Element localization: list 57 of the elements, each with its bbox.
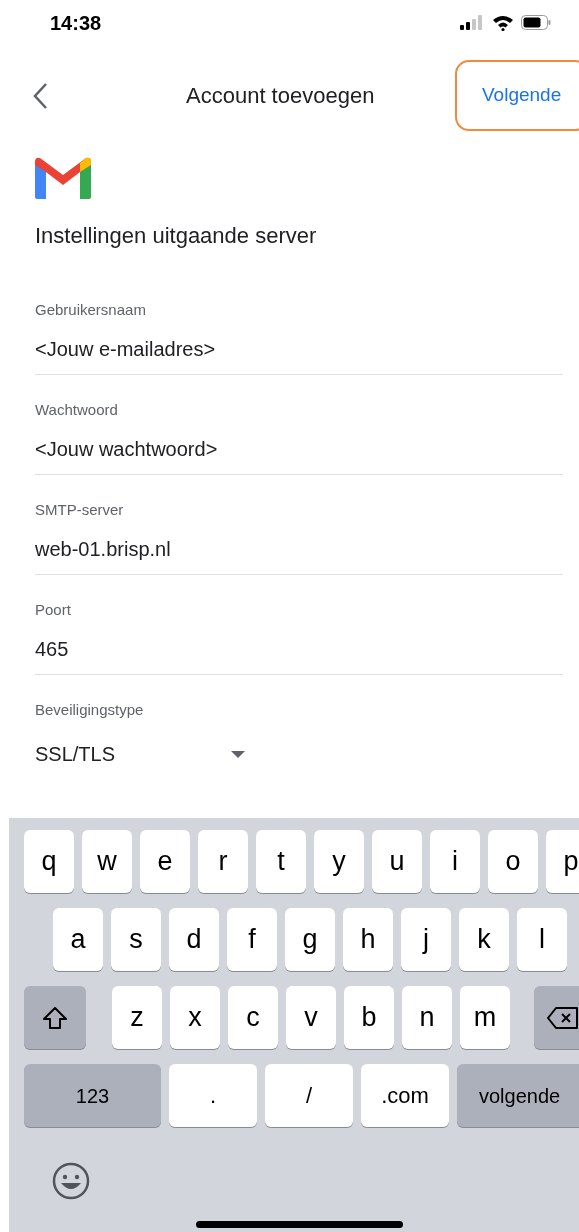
emoji-icon xyxy=(52,1162,90,1200)
delete-key[interactable] xyxy=(534,986,579,1049)
status-time: 14:38 xyxy=(50,10,102,36)
keyboard-key[interactable]: .com xyxy=(361,1064,449,1127)
keyboard-key[interactable]: v xyxy=(286,986,336,1049)
field-label: SMTP-server xyxy=(35,501,125,519)
keyboard-key[interactable]: f xyxy=(227,908,277,971)
field-label: Wachtwoord xyxy=(35,401,119,419)
return-key[interactable]: volgende xyxy=(457,1064,579,1127)
keyboard-key[interactable]: r xyxy=(198,830,248,893)
keyboard-key[interactable]: x xyxy=(170,986,220,1049)
dropdown-caret-icon xyxy=(231,750,245,758)
keyboard-key[interactable]: 123 xyxy=(24,1064,161,1127)
keyboard-key[interactable]: k xyxy=(459,908,509,971)
signal-icon xyxy=(460,15,485,30)
keyboard-key[interactable]: t xyxy=(256,830,306,893)
keyboard-key[interactable]: j xyxy=(401,908,451,971)
keyboard-key[interactable]: . xyxy=(169,1064,257,1127)
keyboard-key[interactable]: c xyxy=(228,986,278,1049)
next-button[interactable]: Volgende xyxy=(455,60,579,131)
keyboard-key[interactable]: q xyxy=(24,830,74,893)
keyboard-key[interactable]: h xyxy=(343,908,393,971)
battery-icon xyxy=(521,15,551,30)
shift-key[interactable] xyxy=(24,986,86,1049)
keyboard-key[interactable]: d xyxy=(169,908,219,971)
keyboard-key[interactable]: / xyxy=(265,1064,353,1127)
text-field[interactable]: <Jouw wachtwoord> xyxy=(35,435,563,463)
section-heading: Instellingen uitgaande server xyxy=(34,222,318,250)
keyboard-key[interactable]: g xyxy=(285,908,335,971)
keyboard-key[interactable]: l xyxy=(517,908,567,971)
keyboard-key[interactable]: z xyxy=(112,986,162,1049)
security-type-dropdown[interactable]: SSL/TLS xyxy=(35,739,245,769)
field-label: Gebruikersnaam xyxy=(35,301,147,319)
keyboard-key[interactable]: s xyxy=(111,908,161,971)
keyboard-key[interactable]: i xyxy=(430,830,480,893)
back-chevron-icon xyxy=(32,81,48,110)
text-field[interactable]: <Jouw e-mailadres> xyxy=(35,335,563,363)
keyboard-key[interactable]: w xyxy=(82,830,132,893)
keyboard-key[interactable]: n xyxy=(402,986,452,1049)
mail-logo-icon xyxy=(35,157,91,199)
keyboard-key[interactable]: m xyxy=(460,986,510,1049)
keyboard-key[interactable]: y xyxy=(314,830,364,893)
backspace-icon xyxy=(546,1005,579,1030)
screen-title: Account toevoegen xyxy=(186,82,375,110)
keyboard-key[interactable]: e xyxy=(140,830,190,893)
keyboard-key[interactable]: a xyxy=(53,908,103,971)
wifi-icon xyxy=(492,14,514,31)
keyboard-key[interactable]: b xyxy=(344,986,394,1049)
keyboard-key[interactable]: p xyxy=(546,830,579,893)
keyboard-key[interactable]: u xyxy=(372,830,422,893)
emoji-button[interactable] xyxy=(51,1161,91,1201)
text-field[interactable]: web-01.brisp.nl xyxy=(35,535,563,563)
keyboard-key[interactable]: o xyxy=(488,830,538,893)
field-label: Poort xyxy=(35,601,72,619)
shift-icon xyxy=(42,1005,68,1030)
field-label: Beveiligingstype xyxy=(35,701,145,719)
text-field[interactable]: 465 xyxy=(35,635,563,663)
